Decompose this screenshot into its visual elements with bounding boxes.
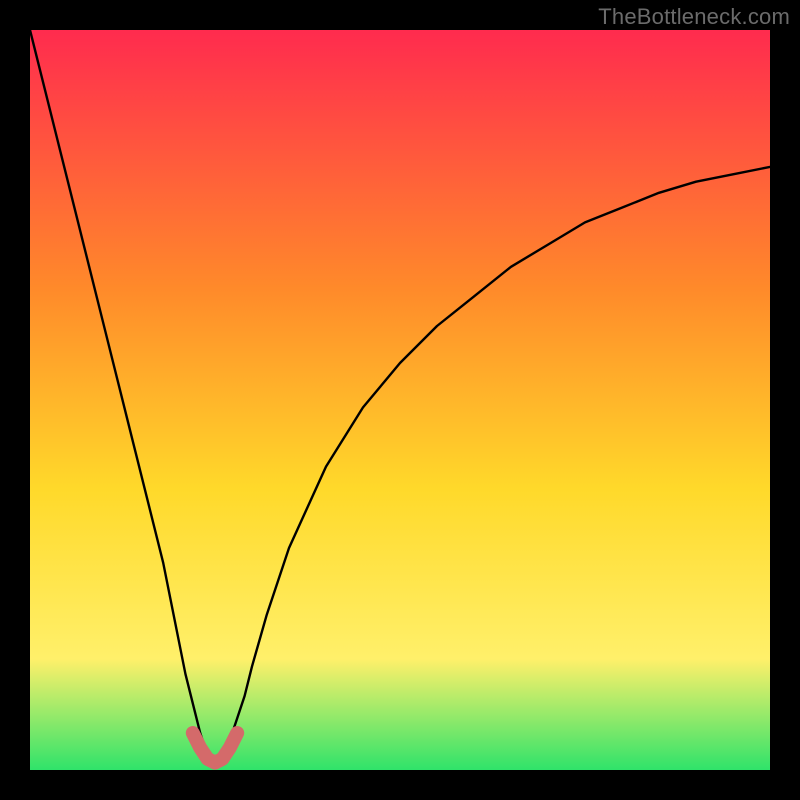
chart-area (30, 30, 770, 770)
bottleneck-chart (30, 30, 770, 770)
gradient-background (30, 30, 770, 770)
outer-frame: TheBottleneck.com (0, 0, 800, 800)
watermark-text: TheBottleneck.com (598, 4, 790, 30)
